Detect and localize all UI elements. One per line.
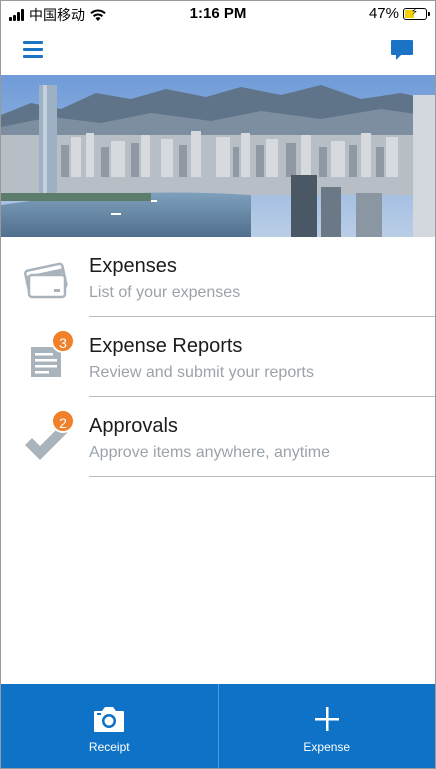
divider — [89, 476, 435, 477]
chat-bubble-icon[interactable] — [389, 37, 415, 63]
app-screen: 中国移动 1:16 PM 47% ⚡ Expenses List of your… — [0, 0, 436, 769]
add-expense-button[interactable]: Expense — [217, 684, 436, 768]
menu-item-title: Expense Reports — [89, 335, 243, 357]
battery-icon: ⚡ — [403, 6, 430, 20]
plus-icon — [314, 707, 339, 731]
menu-item-expenses[interactable]: Expenses List of your expenses — [1, 237, 435, 317]
expense-label: Expense — [303, 740, 351, 754]
bottom-action-bar: Receipt Expense — [1, 684, 435, 768]
status-bar: 中国移动 1:16 PM 47% ⚡ — [1, 1, 435, 27]
menu-item-subtitle: List of your expenses — [89, 284, 241, 301]
notification-badge: 2 — [51, 409, 75, 433]
menu-item-approvals[interactable]: 2 Approvals Approve items anywhere, anyt… — [1, 397, 435, 477]
menu-item-title: Expenses — [89, 255, 177, 277]
menu-list: Expenses List of your expenses 3 Expense… — [1, 237, 435, 477]
menu-item-subtitle: Review and submit your reports — [89, 364, 314, 381]
receipt-label: Receipt — [88, 740, 130, 754]
status-right: 47% ⚡ — [368, 5, 430, 22]
menu-item-title: Approvals — [89, 415, 178, 437]
notification-badge: 3 — [51, 329, 75, 353]
charging-bolt-icon: ⚡ — [411, 6, 419, 18]
battery-percent: 47% — [368, 5, 399, 22]
hero-cityscape-image — [1, 75, 435, 237]
menu-item-expense-reports[interactable]: 3 Expense Reports Review and submit your… — [1, 317, 435, 397]
camera-icon — [94, 707, 125, 732]
credit-card-icon — [24, 262, 68, 299]
menu-item-subtitle: Approve items anywhere, anytime — [89, 444, 330, 461]
receipt-button[interactable]: Receipt — [1, 684, 218, 768]
nav-bar — [1, 27, 435, 75]
hamburger-menu-icon[interactable] — [23, 41, 43, 59]
